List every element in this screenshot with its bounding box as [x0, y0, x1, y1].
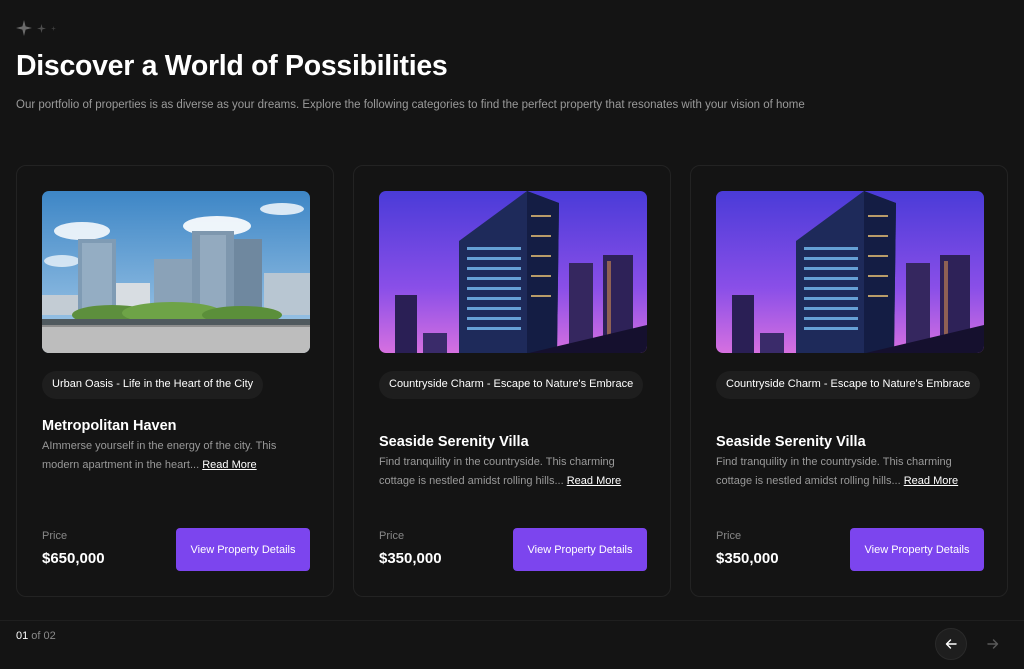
price-label: Price	[716, 530, 742, 542]
property-image	[379, 191, 647, 353]
property-description: Find tranquility in the countryside. Thi…	[716, 453, 981, 491]
property-card: Urban Oasis - Life in the Heart of the C…	[16, 165, 334, 597]
read-more-link[interactable]: Read More	[567, 475, 621, 487]
pagination-counter: 01 of 02	[16, 630, 56, 642]
property-description: Find tranquility in the countryside. Thi…	[379, 453, 644, 491]
view-property-details-button[interactable]: View Property Details	[176, 528, 310, 571]
property-card: Countryside Charm - Escape to Nature's E…	[690, 165, 1008, 597]
pagination-current: 01	[16, 630, 29, 642]
price-value: $350,000	[716, 550, 779, 567]
read-more-link[interactable]: Read More	[904, 475, 958, 487]
price-value: $350,000	[379, 550, 442, 567]
footer-divider	[0, 620, 1024, 621]
arrow-right-icon	[987, 639, 999, 649]
price-value: $650,000	[42, 550, 105, 567]
pagination-total: 02	[43, 630, 56, 642]
price-label: Price	[379, 530, 405, 542]
next-button[interactable]	[977, 628, 1009, 660]
property-title: Metropolitan Haven	[42, 418, 177, 434]
sparkles-icon	[16, 19, 56, 37]
arrow-left-icon	[945, 639, 957, 649]
property-card: Countryside Charm - Escape to Nature's E…	[353, 165, 671, 597]
price-label: Price	[42, 530, 68, 542]
pagination-separator: of	[28, 630, 44, 642]
previous-button[interactable]	[935, 628, 967, 660]
property-image	[42, 191, 310, 353]
read-more-link[interactable]: Read More	[202, 459, 256, 471]
page-subtitle: Our portfolio of properties is as divers…	[16, 99, 805, 111]
property-title: Seaside Serenity Villa	[379, 434, 529, 450]
property-image	[716, 191, 984, 353]
property-description: AImmerse yourself in the energy of the c…	[42, 437, 307, 475]
page-title: Discover a World of Possibilities	[16, 50, 448, 82]
property-category-tag: Countryside Charm - Escape to Nature's E…	[379, 371, 644, 399]
view-property-details-button[interactable]: View Property Details	[513, 528, 647, 571]
view-property-details-button[interactable]: View Property Details	[850, 528, 984, 571]
property-category-tag: Urban Oasis - Life in the Heart of the C…	[42, 371, 264, 399]
property-category-tag: Countryside Charm - Escape to Nature's E…	[716, 371, 981, 399]
property-title: Seaside Serenity Villa	[716, 434, 866, 450]
